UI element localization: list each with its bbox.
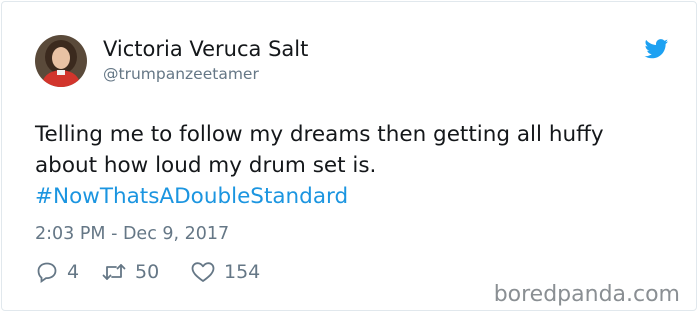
hashtag-link[interactable]: #NowThatsADoubleStandard — [35, 181, 685, 212]
reply-count: 4 — [67, 261, 80, 283]
retweet-icon — [101, 260, 127, 284]
tweet-text-line: about how loud my drum set is. — [35, 153, 377, 178]
reply-icon — [35, 260, 59, 284]
site-watermark: boredpanda.com — [493, 282, 680, 307]
like-button[interactable]: 154 — [190, 259, 260, 285]
tweet-card: Victoria Veruca Salt @trumpanzeetamer Te… — [1, 1, 697, 311]
tweet-text-line: Telling me to follow my dreams then gett… — [35, 122, 604, 147]
retweet-button[interactable]: 50 — [101, 259, 159, 285]
reply-button[interactable]: 4 — [35, 259, 79, 285]
retweet-count: 50 — [135, 261, 160, 283]
tweet-timestamp[interactable]: 2:03 PM - Dec 9, 2017 — [35, 223, 229, 245]
avatar[interactable] — [35, 35, 87, 87]
tweet-text: Telling me to follow my dreams then gett… — [35, 119, 685, 212]
like-count: 154 — [224, 261, 261, 283]
author-handle[interactable]: @trumpanzeetamer — [103, 64, 259, 84]
author-name[interactable]: Victoria Veruca Salt — [103, 36, 308, 62]
heart-icon — [190, 260, 216, 284]
twitter-bird-icon[interactable] — [644, 39, 669, 59]
